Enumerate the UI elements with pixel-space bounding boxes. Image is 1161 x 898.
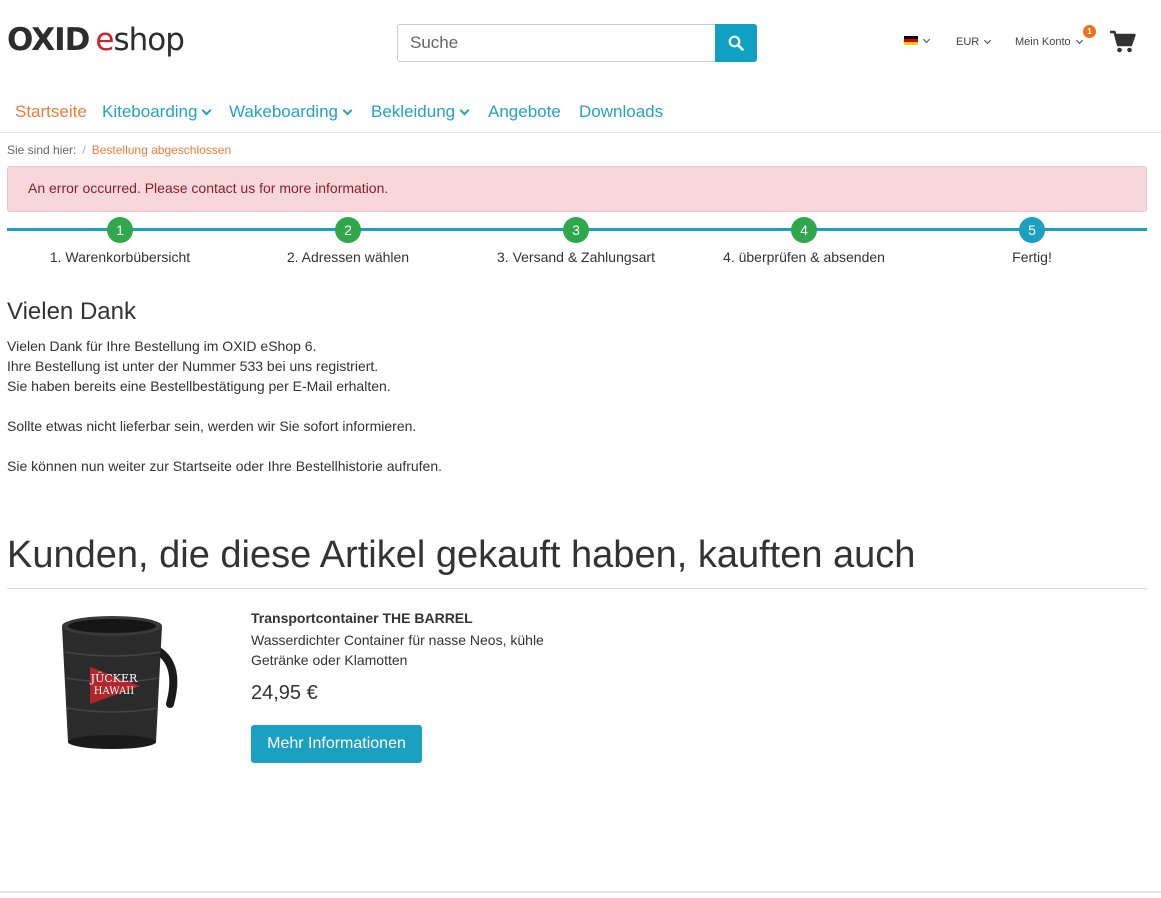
product-price: 24,95 € [251, 682, 318, 704]
step-number: 2 [335, 217, 361, 243]
step-label: 3. Versand & Zahlungsart [497, 249, 655, 265]
footer-divider [0, 891, 1161, 893]
checkout-step-4[interactable]: 4 4. überprüfen & absenden [694, 217, 914, 265]
chevron-down-icon [202, 105, 212, 115]
cart-count-badge: 1 [1083, 25, 1096, 38]
product-title[interactable]: Transportcontainer THE BARREL [251, 610, 473, 626]
checkout-step-3[interactable]: 3 3. Versand & Zahlungsart [466, 217, 686, 265]
nav-item-downloads[interactable]: Downloads [579, 102, 663, 122]
step-number: 3 [563, 217, 589, 243]
chevron-down-icon [342, 105, 353, 115]
step-number: 4 [791, 217, 817, 243]
account-label: Mein Konto [1015, 36, 1071, 48]
currency-select[interactable]: EUR [956, 36, 992, 48]
more-info-button[interactable]: Mehr Informationen [251, 725, 422, 763]
language-select[interactable] [904, 35, 931, 45]
nav-label: Kiteboarding [102, 102, 198, 121]
german-flag-icon [904, 36, 918, 45]
product-image[interactable]: JÜCKER HAWAII [50, 612, 180, 752]
step-label: 1. Warenkorbübersicht [49, 249, 191, 265]
divider [7, 588, 1147, 589]
nav-item-kiteboarding[interactable]: Kiteboarding [102, 102, 212, 122]
checkout-step-1[interactable]: 1 1. Warenkorbübersicht [10, 217, 230, 265]
chevron-down-icon [1075, 36, 1083, 45]
breadcrumb-prefix: Sie sind hier: [7, 143, 77, 157]
shop-logo[interactable]: OXID eshop [7, 22, 185, 58]
thanks-line: Sie können nun weiter zur Startseite ode… [7, 458, 443, 474]
nav-item-startseite[interactable]: Startseite [15, 102, 87, 122]
crosssell-title: Kunden, die diese Artikel gekauft haben,… [7, 534, 916, 576]
step-number: 5 [1019, 217, 1045, 243]
thanks-line: Vielen Dank für Ihre Bestellung im OXID … [7, 338, 317, 354]
shopping-cart-icon [1110, 30, 1136, 53]
chevron-down-icon [922, 35, 931, 43]
step-label: 4. überprüfen & absenden [723, 249, 885, 265]
step-label: 2. Adressen wählen [286, 249, 410, 265]
thanks-title: Vielen Dank [7, 298, 136, 325]
barrel-container-image: JÜCKER HAWAII [62, 616, 178, 749]
search-button[interactable] [715, 24, 757, 62]
search-form [397, 24, 757, 62]
logo-shop: shop [113, 22, 185, 58]
breadcrumb: Sie sind hier: / Bestellung abgeschlossen [7, 143, 231, 157]
product-image-text: HAWAII [94, 686, 134, 697]
header: OXIDeshop EUR Mein Konto 1 [0, 0, 1161, 90]
currency-label: EUR [956, 36, 980, 48]
logo-oxid: OXID [7, 22, 90, 58]
error-alert: An error occurred. Please contact us for… [7, 166, 1147, 212]
checkout-step-5: 5 Fertig! [922, 217, 1142, 265]
checkout-step-2[interactable]: 2 2. Adressen wählen [238, 217, 458, 265]
nav-label: Startseite [15, 102, 87, 121]
cart-button[interactable] [1110, 30, 1136, 58]
nav-label: Bekleidung [371, 102, 456, 121]
nav-label: Angebote [488, 102, 561, 121]
thanks-line: Sollte etwas nicht lieferbar sein, werde… [7, 418, 417, 434]
nav-item-bekleidung[interactable]: Bekleidung [371, 102, 470, 122]
nav-item-angebote[interactable]: Angebote [488, 102, 561, 122]
nav-label: Downloads [579, 102, 664, 121]
breadcrumb-separator: / [82, 143, 86, 157]
account-menu[interactable]: Mein Konto [1015, 36, 1083, 48]
breadcrumb-current[interactable]: Bestellung abgeschlossen [92, 143, 231, 157]
search-input[interactable] [397, 24, 716, 62]
thanks-line: Sie haben bereits eine Bestellbestätigun… [7, 378, 391, 394]
logo-e: e [95, 22, 114, 58]
chevron-down-icon [984, 36, 992, 45]
nav-label: Wakeboarding [229, 102, 338, 121]
main-navigation: Startseite Kiteboarding Wakeboarding Bek… [0, 92, 1161, 133]
step-number: 1 [107, 217, 133, 243]
search-icon [728, 35, 744, 51]
step-label: Fertig! [1012, 249, 1052, 265]
product-image-text: JÜCKER [90, 671, 138, 685]
product-description: Wasserdichter Container für nasse Neos, … [251, 632, 544, 668]
thanks-line: Ihre Bestellung ist unter der Nummer 533… [7, 358, 379, 374]
thanks-message: Vielen Dank für Ihre Bestellung im OXID … [7, 336, 807, 476]
nav-item-wakeboarding[interactable]: Wakeboarding [229, 102, 353, 122]
chevron-down-icon [459, 105, 470, 115]
